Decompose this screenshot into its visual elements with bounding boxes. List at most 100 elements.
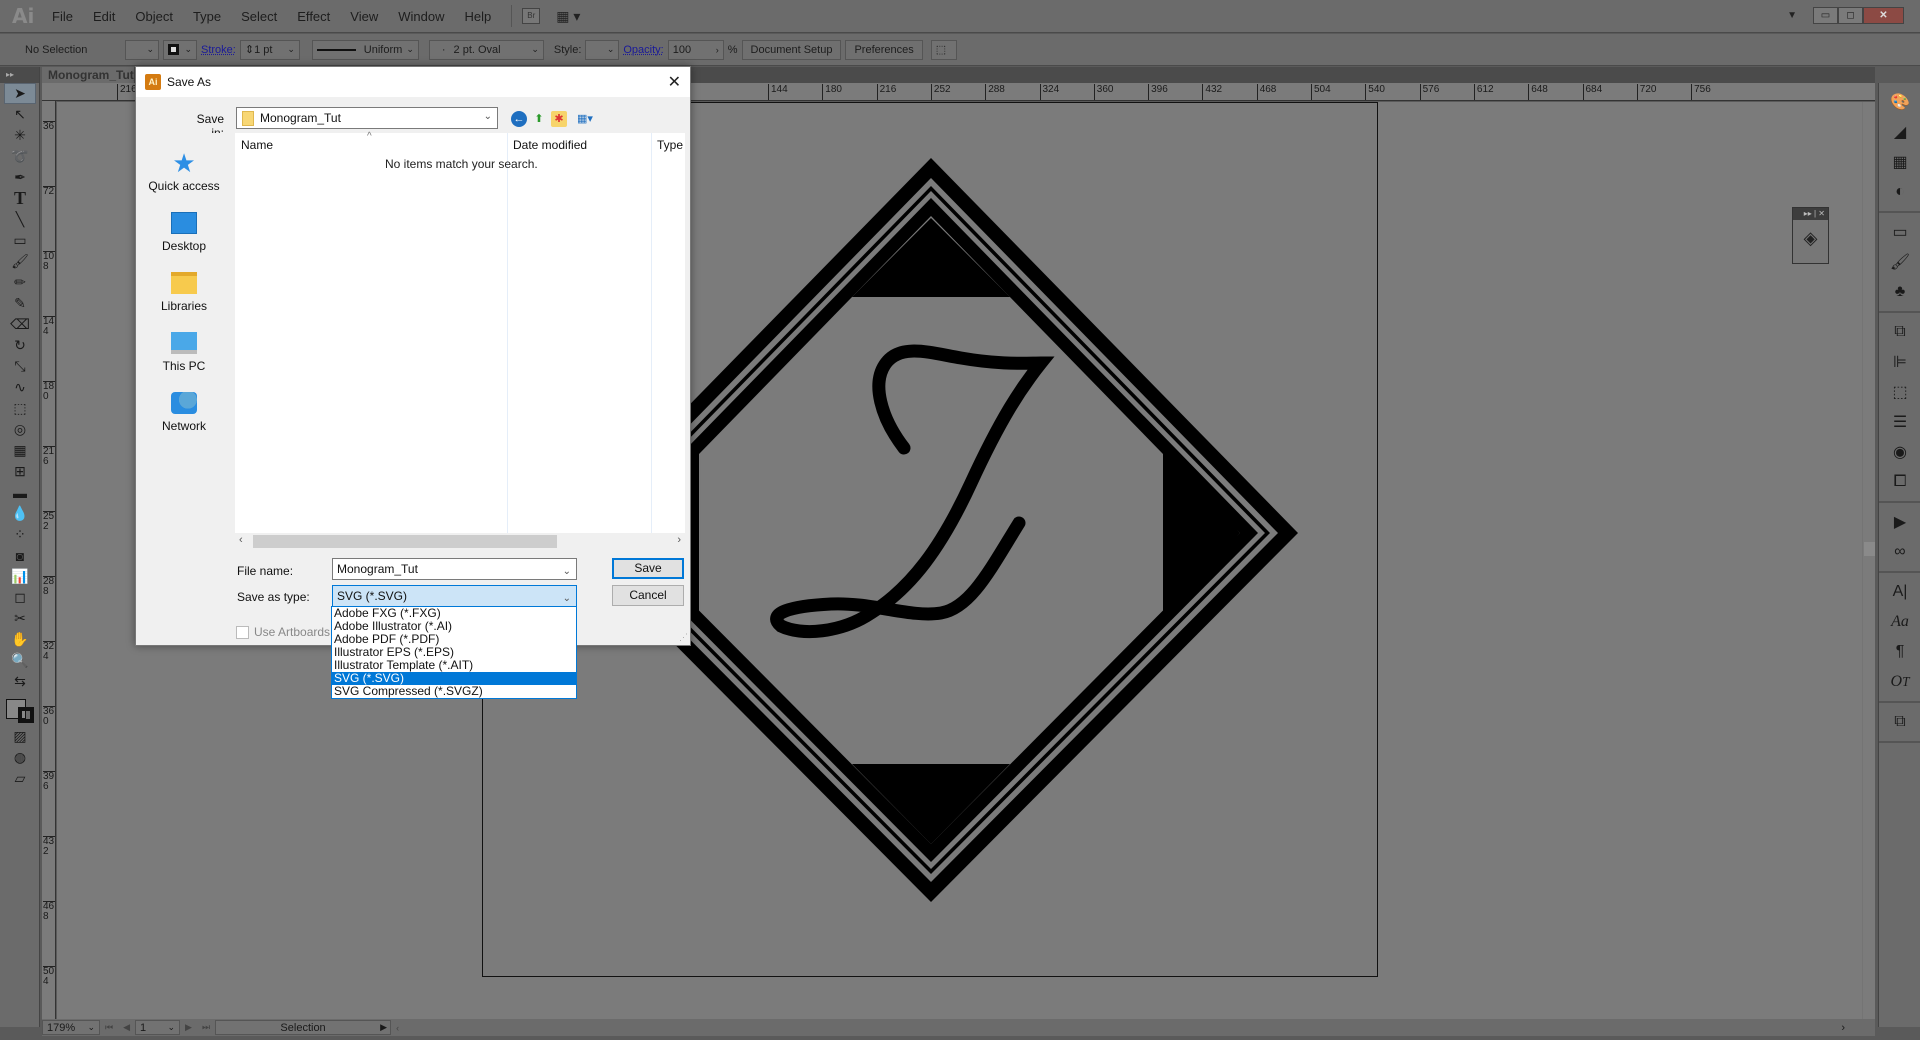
column-divider[interactable]	[651, 133, 652, 533]
chevron-down-icon[interactable]: ⌄	[563, 562, 571, 582]
arrange-documents-button[interactable]: ▦ ▾	[556, 8, 580, 25]
swatches-icon[interactable]: ▦	[1879, 147, 1920, 177]
transform-icon[interactable]: ⬚	[1879, 377, 1920, 407]
fill-swatch[interactable]: ⌄	[125, 39, 159, 60]
brush-definition[interactable]: · 2 pt. Oval ⌄	[428, 39, 544, 60]
save-as-type-dropdown[interactable]: SVG (*.SVG) ⌄	[332, 585, 577, 607]
type-option[interactable]: SVG Compressed (*.SVGZ)	[332, 685, 576, 698]
rectangle-tool-icon[interactable]: ▭	[0, 230, 40, 251]
blob-brush-icon[interactable]: ✎	[0, 293, 40, 314]
brushes-icon[interactable]: 🖌	[1879, 247, 1920, 277]
scroll-left-icon[interactable]: ‹	[239, 534, 243, 546]
close-icon[interactable]: ✕	[1818, 209, 1825, 218]
zoom-level-field[interactable]: 179% ⌄	[42, 1020, 100, 1035]
minimize-button[interactable]: ▭	[1813, 7, 1838, 24]
layers-floating-panel[interactable]: ▸▸ | ✕ ◈	[1792, 207, 1829, 264]
file-list-hscrollbar[interactable]: ‹ ›	[235, 533, 685, 550]
first-artboard-icon[interactable]: ⏮	[105, 1022, 113, 1033]
artboard-number-field[interactable]: 1 ⌄	[135, 1020, 181, 1035]
up-folder-icon[interactable]: ⬆	[531, 111, 547, 127]
links-chain-icon[interactable]: ∞	[1879, 537, 1920, 567]
scroll-right-icon[interactable]: ›	[677, 534, 681, 546]
save-button[interactable]: Save	[612, 558, 684, 579]
direct-selection-tool-icon[interactable]: ↖	[0, 104, 40, 125]
eyedropper-icon[interactable]: 💧	[0, 503, 40, 524]
paintbrush-icon[interactable]: 🖌	[0, 251, 40, 272]
opentype-icon[interactable]: OT	[1879, 667, 1920, 697]
workspace-switcher[interactable]: ▼	[1787, 10, 1797, 21]
width-tool-icon[interactable]: ∿	[0, 377, 40, 398]
hand-tool-icon[interactable]: ✋	[0, 629, 40, 650]
document-tab[interactable]: Monogram_Tut_	[42, 67, 134, 83]
vertical-scrollbar[interactable]	[1862, 102, 1875, 1019]
shape-builder-icon[interactable]: ◎	[0, 419, 40, 440]
lasso-icon[interactable]: ➰	[0, 146, 40, 167]
file-name-input[interactable]: Monogram_Tut ⌄	[332, 558, 577, 580]
column-date-modified[interactable]: Date modified	[507, 133, 587, 157]
slice-tool-icon[interactable]: ✂	[0, 608, 40, 629]
pen-tool-icon[interactable]: ✒	[0, 167, 40, 188]
menu-help[interactable]: Help	[454, 9, 501, 24]
previous-artboard-icon[interactable]: ◀	[123, 1022, 130, 1033]
save-in-dropdown[interactable]: Monogram_Tut ⌄	[236, 107, 498, 129]
links-icon[interactable]: ⧠	[1879, 467, 1920, 497]
new-folder-icon[interactable]: ✱	[551, 111, 567, 127]
scale-icon[interactable]: ⤡	[0, 356, 40, 377]
bridge-button[interactable]: Br	[522, 8, 541, 24]
status-tool-display[interactable]: Selection ▶	[215, 1020, 392, 1035]
cancel-button[interactable]: Cancel	[612, 585, 684, 606]
magic-wand-icon[interactable]: ✳	[0, 125, 40, 146]
graphic-style-picker[interactable]: ⌄	[585, 39, 620, 60]
opacity-field[interactable]: 100 ›	[667, 39, 724, 60]
selection-tool-icon[interactable]: ➤	[4, 83, 36, 104]
file-list[interactable]: ^ Name Date modified Type No items match…	[235, 131, 685, 533]
gradient-panel-icon[interactable]: ▭	[1879, 217, 1920, 247]
stroke-swatch[interactable]: ⌄	[163, 39, 197, 60]
stroke-panel-icon[interactable]: ☰	[1879, 407, 1920, 437]
opacity-link[interactable]: Opacity:	[623, 44, 663, 56]
place-quick-access[interactable]: ★ Quick access	[139, 133, 229, 193]
scrollbar-thumb[interactable]	[253, 535, 557, 548]
scroll-right-icon[interactable]: ›	[1841, 1022, 1845, 1034]
scroll-left-icon[interactable]: ‹	[396, 1023, 399, 1033]
character-styles-icon[interactable]: Aa	[1879, 607, 1920, 637]
transparency-icon[interactable]: ◉	[1879, 437, 1920, 467]
column-type[interactable]: Type	[651, 133, 683, 157]
screen-mode-icon[interactable]: ▱	[0, 768, 40, 789]
chevron-right-icon[interactable]: ›	[712, 45, 719, 55]
fill-stroke-icon[interactable]	[0, 692, 40, 726]
character-icon[interactable]: A|	[1879, 577, 1920, 607]
align-icon[interactable]: ⊫	[1879, 347, 1920, 377]
zoom-tool-icon[interactable]: 🔍	[0, 650, 40, 671]
perspective-grid-icon[interactable]: ▦	[0, 440, 40, 461]
layers-icon[interactable]: ◈	[1793, 228, 1828, 249]
color-guide-icon[interactable]: ◢	[1879, 117, 1920, 147]
stepper-icon[interactable]: ⇕	[245, 43, 254, 56]
actions-icon[interactable]: ▶	[1879, 507, 1920, 537]
column-divider[interactable]	[507, 133, 508, 533]
place-this-pc[interactable]: This PC	[139, 313, 229, 373]
select-similar-button[interactable]: ⬚	[930, 39, 957, 60]
column-name[interactable]: Name	[235, 133, 273, 157]
artboard-tool-icon[interactable]: ◻	[0, 587, 40, 608]
mesh-icon[interactable]: ⊞	[0, 461, 40, 482]
rotate-icon[interactable]: ↻	[0, 335, 40, 356]
restore-button[interactable]: ◻	[1838, 7, 1863, 24]
line-tool-icon[interactable]: ╲	[0, 209, 40, 230]
gradient-icon[interactable]: ▬	[0, 482, 40, 503]
column-graph-icon[interactable]: 📊	[0, 566, 40, 587]
use-artboards-checkbox[interactable]	[236, 625, 249, 639]
swap-fill-stroke-icon[interactable]: ⇆	[0, 671, 40, 692]
close-button[interactable]: ✕	[1863, 7, 1904, 24]
menu-select[interactable]: Select	[231, 9, 287, 24]
free-transform-icon[interactable]: ⬚	[0, 398, 40, 419]
color-mode-icon[interactable]: ▨	[0, 726, 40, 747]
pencil-icon[interactable]: ✏	[0, 272, 40, 293]
preferences-button[interactable]: Preferences	[845, 39, 923, 60]
stroke-link[interactable]: Stroke:	[201, 44, 236, 56]
expand-icon[interactable]: ▸▸	[1804, 209, 1812, 218]
appearance-icon[interactable]: ◐	[1879, 177, 1920, 207]
place-desktop[interactable]: Desktop	[139, 193, 229, 253]
last-artboard-icon[interactable]: ⏭	[202, 1022, 210, 1033]
menu-effect[interactable]: Effect	[287, 9, 340, 24]
